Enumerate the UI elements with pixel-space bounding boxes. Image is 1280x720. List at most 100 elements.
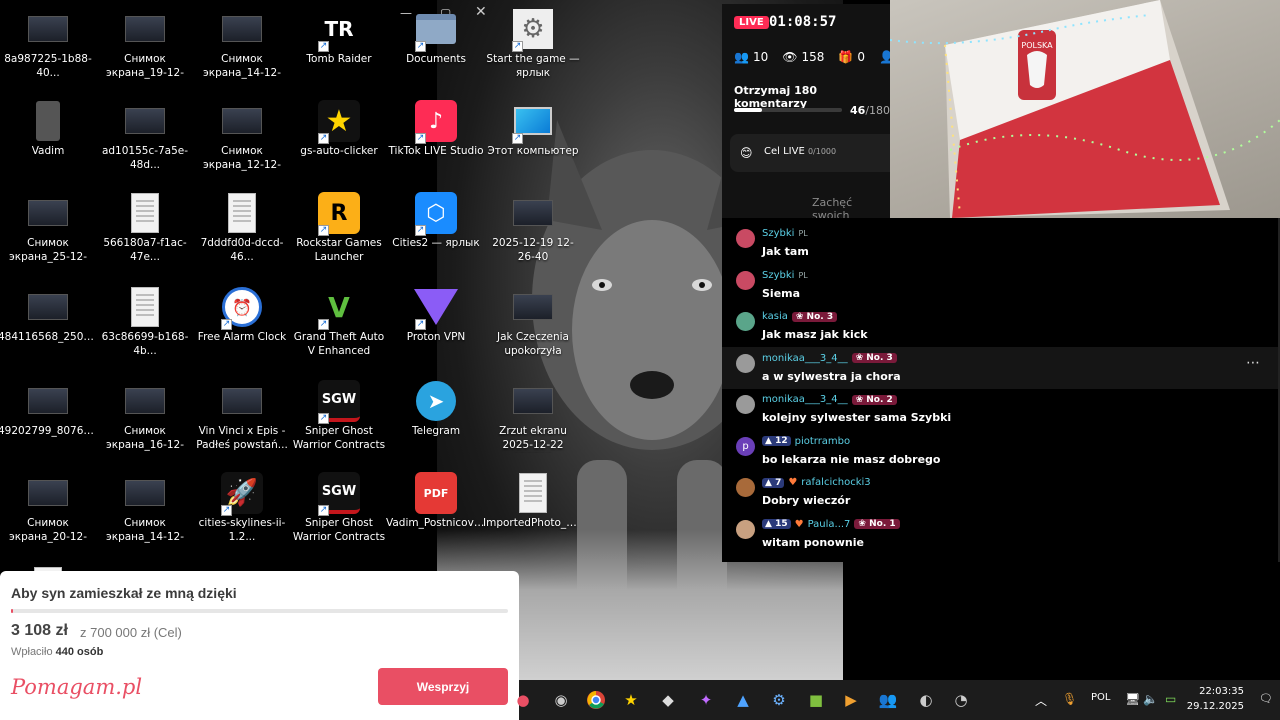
avatar[interactable] <box>736 478 755 497</box>
desktop-icon-label: Free Alarm Clock <box>197 331 287 343</box>
chat-message[interactable]: ▲ 7 ♥ rafalcichocki3 Dobry wieczór <box>722 471 1278 513</box>
username[interactable]: Paula...7 <box>808 519 851 530</box>
teams-icon[interactable]: 👥 <box>876 688 900 712</box>
desktop-icon[interactable]: V ↗ Grand Theft Auto V Enhanced <box>291 286 387 358</box>
language-indicator[interactable]: POL <box>1091 692 1110 703</box>
media-player-icon[interactable]: ▶ <box>839 688 863 712</box>
avatar[interactable] <box>736 519 755 539</box>
username[interactable]: monikaa___3_4__ <box>762 394 848 405</box>
chat-message[interactable]: kasia ❀ No. 3 Jak masz jak kick <box>722 305 1278 347</box>
desktop-icon[interactable]: 484116568_250073... <box>0 286 98 345</box>
desktop-icon[interactable]: ★ ↗ gs-auto-clicker <box>291 100 387 159</box>
username[interactable]: kasia <box>762 311 788 322</box>
pomagam-taskbar-icon[interactable]: ● <box>511 688 535 712</box>
desktop-icon[interactable]: 566180a7-f1ac-47e... <box>97 192 193 264</box>
star-icon[interactable]: ★ <box>619 688 643 712</box>
pdf-icon: PDF <box>415 472 457 514</box>
obs-icon[interactable]: ◔ <box>949 688 973 712</box>
image-file-icon <box>124 100 166 142</box>
chat-message[interactable]: p ▲ 12 piotrrambo bo lekarza nie masz dobre… <box>722 430 1278 472</box>
image-file-icon <box>27 286 69 328</box>
desktop-icon[interactable]: Снимок экрана_19-12-202... <box>97 8 193 81</box>
network-icon[interactable]: 🖥 <box>1125 692 1140 706</box>
desktop-icon[interactable]: SGW↗Sniper Ghost Warrior Contracts 2 <box>291 472 387 545</box>
shortcut-arrow-icon: ↗ <box>318 133 329 144</box>
username[interactable]: piotrrambo <box>795 436 851 447</box>
avatar[interactable] <box>736 270 755 290</box>
tiktok-studio-icon[interactable]: ◐ <box>914 688 938 712</box>
desktop-icon[interactable]: ⏰ ↗ Free Alarm Clock <box>194 286 290 345</box>
desktop-icon[interactable]: Снимок экрана_12-12-202... <box>194 100 290 173</box>
goal-count: 46/180 <box>850 104 891 117</box>
avatar[interactable] <box>736 312 755 331</box>
app-icon[interactable]: ✦ <box>694 688 718 712</box>
desktop-icon[interactable]: TR ↗ Tomb Raider <box>291 8 387 67</box>
username[interactable]: monikaa___3_4__ <box>762 353 848 364</box>
live-stats: 👥 10 👁 158 🎁 0 👤 <box>734 50 894 64</box>
notification-icon[interactable]: 🗨 <box>1259 692 1273 705</box>
chat-message[interactable]: monikaa___3_4__ ❀ No. 3 a w sylwestra ja c… <box>722 346 1278 389</box>
desktop-icon[interactable]: ↗ Этот компьютер <box>485 100 581 159</box>
viewers-stat[interactable]: 👁 158 <box>782 50 824 64</box>
country-badge: PL <box>798 229 808 238</box>
message-text: Siema <box>762 286 801 300</box>
steam-icon[interactable]: ⚙ <box>767 688 791 712</box>
desktop-icon[interactable]: ↗ Proton VPN <box>388 286 484 345</box>
desktop-icon[interactable]: ⬡ ↗ Cities2 — ярлык <box>388 192 484 251</box>
gifts-stat[interactable]: 🎁 0 <box>838 50 865 64</box>
chat-message[interactable]: Szybki PL Siema <box>722 264 1278 306</box>
chat-message[interactable]: ▲ 15 ♥ Paula...7 ❀ No. 1 witam ponownie <box>722 513 1278 555</box>
desktop-icon[interactable]: 7dddfd0d-dccd-46... <box>194 192 290 264</box>
clock-time[interactable]: 22:03:35 <box>1199 686 1244 697</box>
desktop-icon[interactable]: SGW ↗ Sniper Ghost Warrior Contracts <box>291 380 387 452</box>
volume-icon[interactable]: 🔈 <box>1143 692 1158 706</box>
desktop-icon[interactable]: 8a987225-1b88-40... <box>0 8 96 80</box>
desktop-icon[interactable]: Снимок экрана_14-12-202... <box>97 472 193 545</box>
desktop-icon[interactable]: Снимок экрана_25-12-202... <box>0 192 96 265</box>
desktop-icon[interactable]: Zrzut ekranu 2025-12-22 022732 <box>485 380 581 453</box>
desktop-icon[interactable]: Снимок экрана_20-12-2025... <box>0 472 96 545</box>
members-stat[interactable]: 👥 10 <box>734 50 768 64</box>
desktop-icon[interactable]: R ↗ Rockstar Games Launcher <box>291 192 387 264</box>
desktop-icon[interactable]: Снимок экрана_16-12-2025... <box>97 380 193 453</box>
support-button[interactable]: Wesprzyj <box>378 668 508 705</box>
desktop-icon[interactable]: 49202799_8076001... <box>0 380 98 439</box>
avatar[interactable] <box>736 229 755 248</box>
rocket-icon: 🚀 ↗ <box>221 472 263 516</box>
chrome-icon[interactable] <box>584 688 608 712</box>
chat-message[interactable]: monikaa___3_4__ ❀ No. 2 kolejny sylwester … <box>722 388 1278 430</box>
compass-icon[interactable]: ◉ <box>549 688 573 712</box>
desktop-icon[interactable]: ⚙ ↗ Start the game — ярлык <box>485 8 581 80</box>
desktop-icon[interactable]: 2025-12-19 12-26-40 <box>485 192 581 264</box>
goal-progress-bar <box>734 108 842 112</box>
clock-date[interactable]: 29.12.2025 <box>1187 701 1244 712</box>
desktop-icon[interactable]: 🚀 ↗ cities-skylines-ii-1.2... <box>194 472 290 544</box>
username[interactable]: Szybki <box>762 270 794 281</box>
avatar[interactable] <box>736 395 755 414</box>
desktop-icon[interactable]: 63c86699-b168-4b... <box>97 286 193 358</box>
more-options-icon[interactable]: ⋯ <box>1246 355 1260 371</box>
minecraft-icon[interactable]: ■ <box>804 688 828 712</box>
chat-message[interactable]: Szybki PL Jak tam <box>722 222 1278 264</box>
username[interactable]: Szybki <box>762 228 794 239</box>
username[interactable]: rafalcichocki3 <box>801 477 870 488</box>
desktop-icon[interactable]: Vadim <box>0 100 96 159</box>
photos-icon[interactable]: ▲ <box>731 688 755 712</box>
microphone-icon[interactable]: 🎙 <box>1062 692 1077 706</box>
cube-icon[interactable]: ◆ <box>656 688 680 712</box>
desktop-icon[interactable]: ImportedPhoto_17... <box>483 472 583 531</box>
avatar[interactable] <box>736 353 755 373</box>
desktop-icon[interactable]: ad10155c-7a5e-48d... <box>97 100 193 172</box>
cel-live-box[interactable]: 😊 Cel LIVE 0/1000 <box>730 134 890 172</box>
desktop-icon[interactable]: ↗ Documents <box>388 8 484 67</box>
desktop-icon[interactable]: Jak Czeczenia upokorzyła Rosję... <box>485 286 581 359</box>
desktop-icon[interactable]: PDF Vadim_Postnicov_cv <box>386 472 486 531</box>
battery-icon[interactable]: ▭ <box>1165 692 1176 706</box>
chevron-up-icon[interactable]: ︿ <box>1035 692 1047 709</box>
desktop-icon[interactable]: ➤ Telegram <box>388 380 484 439</box>
desktop-icon[interactable]: ♪ ↗ TikTok LIVE Studio <box>388 100 484 159</box>
gift-icon: 🎁 <box>838 50 854 64</box>
avatar[interactable]: p <box>736 436 755 456</box>
desktop-icon[interactable]: Снимок экрана_14-12-202... <box>194 8 290 81</box>
desktop-icon[interactable]: Vin Vinci x Epis - Padłeś powstań... <box>194 380 290 452</box>
